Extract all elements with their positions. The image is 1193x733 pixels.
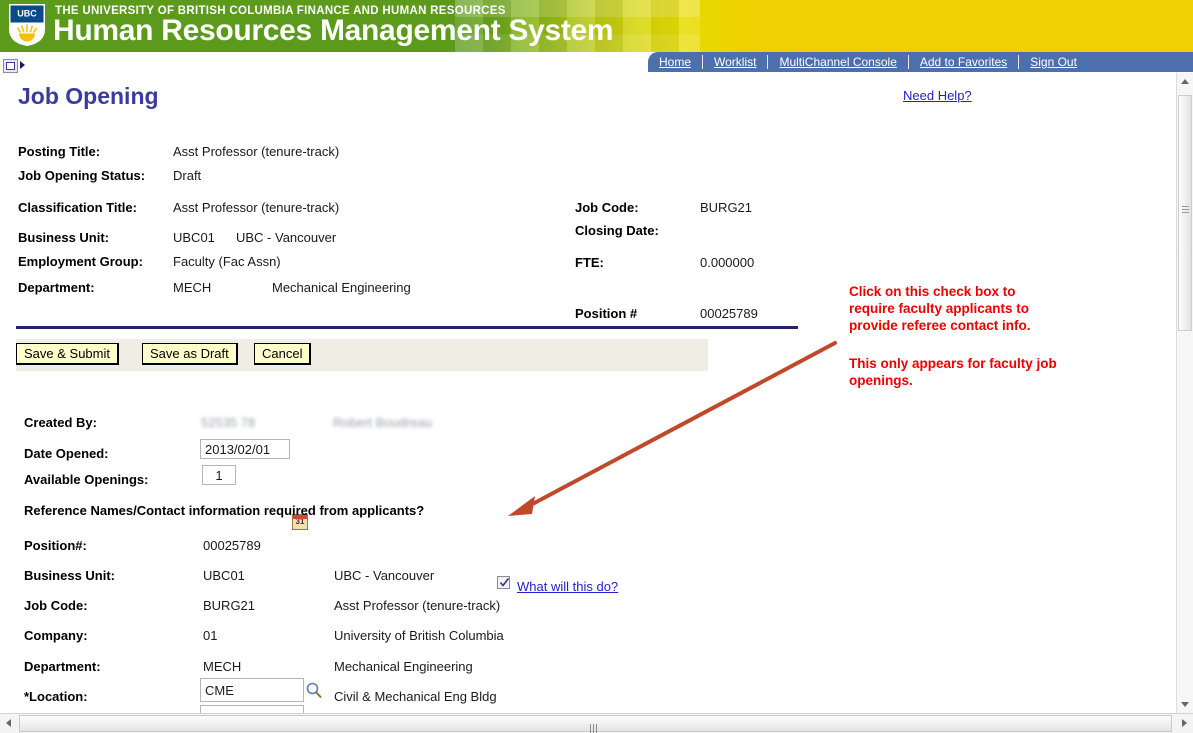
business-unit-value: UBC - Vancouver <box>236 230 337 245</box>
save-as-draft-button[interactable]: Save as Draft <box>142 343 238 365</box>
department-value: Mechanical Engineering <box>272 280 411 295</box>
menu-panel-toggle-inner <box>6 62 15 70</box>
action-button-band <box>16 339 708 371</box>
ubc-logo-icon: UBC <box>9 4 45 46</box>
job-opening-status-value: Draft <box>173 168 202 183</box>
nav-separator <box>907 55 909 69</box>
position-row-label-2: Job Code: <box>24 598 88 613</box>
position-row-code-2: BURG21 <box>203 598 256 613</box>
created-by-label: Created By: <box>24 415 97 430</box>
annotation-line-4: This only appears for faculty job <box>849 356 1057 371</box>
menu-expand-arrow-icon[interactable] <box>20 61 25 69</box>
nav-separator <box>702 55 704 69</box>
banner-app-title: Human Resources Management System <box>53 14 614 47</box>
date-opened-input[interactable] <box>200 439 290 459</box>
business-unit-label: Business Unit: <box>18 230 110 245</box>
employment-group-value: Faculty (Fac Assn) <box>173 254 281 269</box>
scrollbar-grip-icon <box>590 720 599 733</box>
position-row-desc-3: University of British Columbia <box>334 628 504 643</box>
business-unit-code: UBC01 <box>173 230 215 245</box>
page-title: Job Opening <box>18 83 159 109</box>
annotation-line-5: openings. <box>849 373 913 388</box>
nav-separator <box>1018 55 1020 69</box>
annotation-line-2: require faculty applicants to <box>849 301 1030 316</box>
closing-date-label: Closing Date: <box>575 223 659 238</box>
annotation-line-3: provide referee contact info. <box>849 318 1031 333</box>
position-row-label-4: Department: <box>24 659 101 674</box>
position-row-desc-1: UBC - Vancouver <box>334 568 435 583</box>
position-row-code-1: UBC01 <box>203 568 245 583</box>
scroll-up-arrow-icon[interactable] <box>1177 73 1193 90</box>
banner-yellow-curve <box>700 0 760 52</box>
classification-title-label: Classification Title: <box>18 200 137 215</box>
created-by-name-redacted: Robert Boudreau <box>333 415 433 430</box>
banner-yellow-block <box>700 0 1193 52</box>
available-openings-input[interactable] <box>202 465 236 485</box>
posting-title-label: Posting Title: <box>18 144 101 159</box>
department-label: Department: <box>18 280 95 295</box>
available-openings-label: Available Openings: <box>24 472 149 487</box>
job-opening-status-label: Job Opening Status: <box>18 168 146 183</box>
fte-label: FTE: <box>575 255 604 270</box>
position-row-code-3: 01 <box>203 628 218 643</box>
annotation-line-1: Click on this check box to <box>849 284 1016 299</box>
nav-item-home[interactable]: Home <box>648 52 702 72</box>
top-navigation-bar: Home Worklist MultiChannel Console Add t… <box>0 52 1193 73</box>
nav-item-worklist[interactable]: Worklist <box>703 52 767 72</box>
fte-value: 0.000000 <box>700 255 755 270</box>
position-row-desc-4: Mechanical Engineering <box>334 659 473 674</box>
save-and-submit-button[interactable]: Save & Submit <box>16 343 119 365</box>
posting-title-value: Asst Professor (tenure-track) <box>173 144 340 159</box>
horizontal-scrollbar-thumb[interactable] <box>19 715 1172 733</box>
checkmark-icon <box>499 578 510 587</box>
scrollbar-grip-icon <box>1182 206 1189 213</box>
application-window: UBC THE UNIVERSITY OF BRITISH COLUMBIA F… <box>0 0 1193 733</box>
reference-required-checkbox[interactable] <box>497 576 510 589</box>
job-code-label: Job Code: <box>575 200 639 215</box>
nav-items-container: Home Worklist MultiChannel Console Add t… <box>648 52 1088 72</box>
section-divider <box>16 326 798 329</box>
location-description: Civil & Mechanical Eng Bldg <box>334 689 497 704</box>
position-row-code-0: 00025789 <box>203 538 261 553</box>
menu-panel-toggle-icon[interactable] <box>3 59 18 73</box>
location-label: *Location: <box>24 689 88 704</box>
scroll-left-arrow-icon[interactable] <box>0 714 17 733</box>
reference-required-label: Reference Names/Contact information requ… <box>24 503 425 518</box>
page-banner: UBC THE UNIVERSITY OF BRITISH COLUMBIA F… <box>0 0 1193 52</box>
position-row-desc-2: Asst Professor (tenure-track) <box>334 598 501 613</box>
position-row-code-4: MECH <box>203 659 242 674</box>
position-row-label-3: Company: <box>24 628 88 643</box>
horizontal-scrollbar[interactable] <box>0 713 1193 733</box>
need-help-link[interactable]: Need Help? <box>903 88 972 103</box>
job-code-value: BURG21 <box>700 200 753 215</box>
location-lookup-search-icon[interactable] <box>305 681 323 699</box>
page-content: Job Opening Need Help? Posting Title: As… <box>0 73 1180 723</box>
department-code: MECH <box>173 280 212 295</box>
cancel-button[interactable]: Cancel <box>254 343 312 365</box>
employment-group-label: Employment Group: <box>18 254 143 269</box>
position-number-label: Position # <box>575 306 638 321</box>
scroll-down-arrow-icon[interactable] <box>1177 696 1193 713</box>
nav-item-multichannel-console[interactable]: MultiChannel Console <box>768 52 907 72</box>
nav-item-add-to-favorites[interactable]: Add to Favorites <box>909 52 1018 72</box>
created-by-id-redacted: 52535 78 <box>201 415 256 430</box>
vertical-scrollbar-thumb[interactable] <box>1178 95 1192 331</box>
scroll-right-arrow-icon[interactable] <box>1176 714 1193 733</box>
position-row-label-1: Business Unit: <box>24 568 116 583</box>
vertical-scrollbar[interactable] <box>1176 73 1193 713</box>
what-will-this-do-link[interactable]: What will this do? <box>517 579 618 594</box>
date-opened-label: Date Opened: <box>24 446 109 461</box>
classification-title-value: Asst Professor (tenure-track) <box>173 200 340 215</box>
position-row-label-0: Position#: <box>24 538 87 553</box>
location-input[interactable] <box>200 678 304 702</box>
svg-text:UBC: UBC <box>17 9 37 19</box>
nav-item-sign-out[interactable]: Sign Out <box>1019 52 1088 72</box>
position-number-value: 00025789 <box>700 306 758 321</box>
nav-separator <box>767 55 769 69</box>
